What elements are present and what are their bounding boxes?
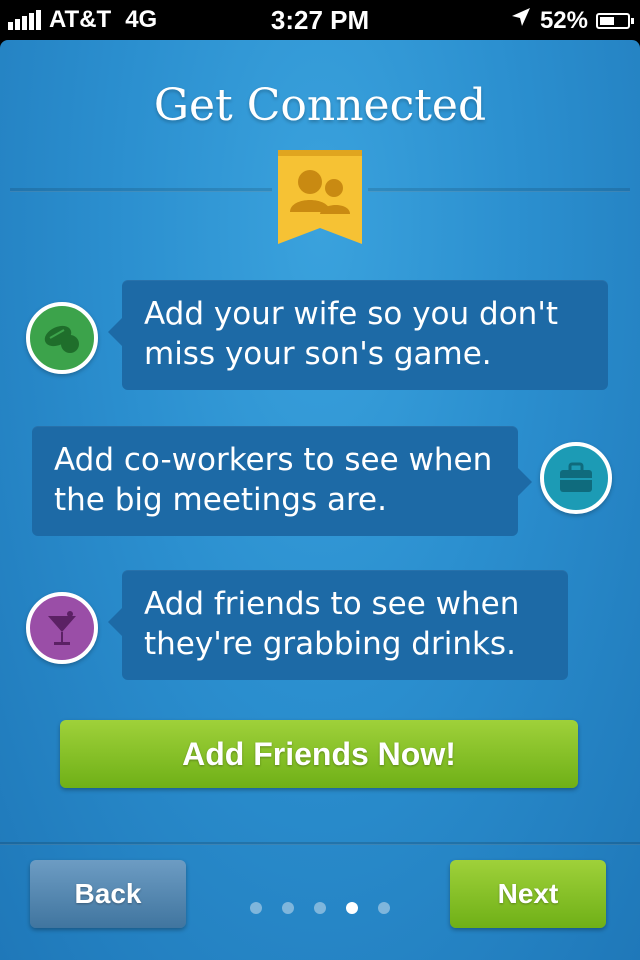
add-friends-button[interactable]: Add Friends Now! — [60, 720, 578, 788]
message-bubble-1: Add your wife so you don't miss your son… — [108, 280, 608, 390]
divider-right — [368, 188, 630, 192]
message-line: Add co-workers to see when — [54, 442, 493, 478]
message-bubble-2: Add co-workers to see when the big meeti… — [32, 426, 532, 536]
message-line: the big meetings are. — [54, 482, 387, 518]
message-bubble-3: Add friends to see when they're grabbing… — [108, 570, 568, 680]
page-title: Get Connected — [153, 80, 487, 131]
page-dot-1[interactable] — [250, 902, 262, 914]
message-line: miss your son's game. — [144, 336, 492, 372]
status-right-group: 52% — [510, 6, 634, 35]
onboarding-screen: Get Connected Add your wife so you don't… — [0, 40, 640, 960]
page-dot-4[interactable] — [346, 902, 358, 914]
cocktail-icon — [26, 592, 98, 664]
divider-left — [10, 188, 272, 192]
message-line: they're grabbing drinks. — [144, 626, 516, 662]
page-dot-3[interactable] — [314, 902, 326, 914]
page-dot-5[interactable] — [378, 902, 390, 914]
page-indicator[interactable] — [250, 902, 390, 914]
battery-icon — [596, 12, 634, 29]
next-button[interactable]: Next — [450, 860, 606, 928]
footer-divider — [0, 842, 640, 845]
location-arrow-icon — [510, 6, 532, 35]
message-line: Add your wife so you don't — [144, 296, 558, 332]
back-button[interactable]: Back — [30, 860, 186, 928]
battery-percent: 52% — [539, 6, 588, 34]
briefcase-icon — [540, 442, 612, 514]
battery-fill — [600, 16, 614, 25]
message-line: Add friends to see when — [144, 586, 520, 622]
status-bar: AT&T 4G 3:27 PM 52% — [0, 0, 640, 40]
page-dot-2[interactable] — [282, 902, 294, 914]
sports-ball-icon — [26, 302, 98, 374]
ribbon-badge — [278, 150, 362, 244]
